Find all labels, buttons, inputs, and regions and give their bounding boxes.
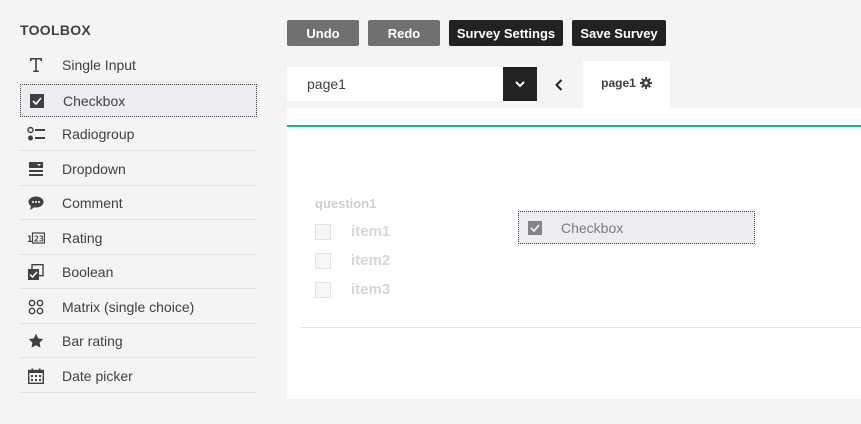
choice-item[interactable]: item2 [315,246,390,275]
comment-icon [26,193,46,213]
question-checkbox[interactable]: question1 item1 item2 item3 [315,196,390,304]
tab-page1[interactable]: page1 [583,61,670,108]
page-accent-divider [287,125,861,127]
choice-label: item2 [351,252,391,269]
survey-design-surface[interactable]: question1 item1 item2 item3 [287,108,861,399]
rating-icon: 123 [26,228,46,248]
toolbox-item-label: Rating [62,230,103,246]
star-icon [26,331,46,351]
toolbox-item-label: Checkbox [63,92,126,109]
toolbox-item-matrix[interactable]: Matrix (single choice) [20,291,257,324]
gear-icon[interactable] [639,77,652,89]
toolbox-item-label: Comment [62,195,123,211]
toolbox-item-label: Date picker [62,368,133,384]
toolbox-item-label: Matrix (single choice) [62,299,195,315]
choice-item[interactable]: item1 [315,217,390,246]
choice-label: item3 [351,281,391,298]
toolbox-item-label: Bar rating [62,333,123,349]
page-bottom-divider [301,327,861,328]
toolbox-item-bar-rating[interactable]: Bar rating [20,325,257,358]
toolbox-item-label: Boolean [62,264,114,280]
survey-settings-button[interactable]: Survey Settings [449,20,563,46]
toolbox-item-boolean[interactable]: Boolean [20,256,257,289]
toolbox-item-checkbox[interactable]: Checkbox [20,84,257,117]
undo-button[interactable]: Undo [287,20,359,46]
toolbox-title: TOOLBOX [20,22,92,38]
svg-text:1: 1 [27,235,32,244]
radiogroup-icon [26,124,46,144]
chevron-left-icon [555,79,563,91]
toolbox-item-label: Radiogroup [62,126,135,142]
checkbox-icon [525,218,545,238]
choice-checkbox[interactable] [315,252,331,269]
question-title: question1 [315,196,377,211]
toolbox-item-rating[interactable]: 123 Rating [20,222,257,255]
matrix-icon [26,297,46,317]
choice-item[interactable]: item3 [315,275,390,304]
checkbox-icon [27,91,47,111]
choice-checkbox[interactable] [315,281,331,298]
svg-text:3: 3 [39,235,44,244]
previous-page-button[interactable] [549,76,569,94]
choice-label: item1 [351,223,391,240]
redo-button[interactable]: Redo [368,20,440,46]
toolbox-item-single-input[interactable]: Single Input [20,49,257,82]
text-input-icon [26,55,46,75]
toolbox-item-date-picker[interactable]: Date picker [20,360,257,393]
page-select-value: page1 [307,76,346,92]
page-select-dropdown-button[interactable] [503,67,537,101]
toolbox-item-dropdown[interactable]: Dropdown [20,153,257,186]
choice-checkbox[interactable] [315,223,331,240]
toolbox-item-label: Dropdown [62,161,126,177]
toolbox-item-label: Single Input [62,57,136,73]
drag-ghost-checkbox[interactable]: Checkbox [518,211,755,244]
tab-label: page1 [601,76,636,90]
toolbox-item-comment[interactable]: Comment [20,187,257,220]
save-survey-button[interactable]: Save Survey [572,20,666,46]
toolbox-item-radiogroup[interactable]: Radiogroup [20,118,257,151]
drag-ghost-label: Checkbox [561,219,624,236]
page-select[interactable]: page1 [287,67,537,101]
dropdown-icon [26,159,46,179]
chevron-down-icon [515,80,525,87]
calendar-icon [26,366,46,386]
boolean-icon [26,262,46,282]
